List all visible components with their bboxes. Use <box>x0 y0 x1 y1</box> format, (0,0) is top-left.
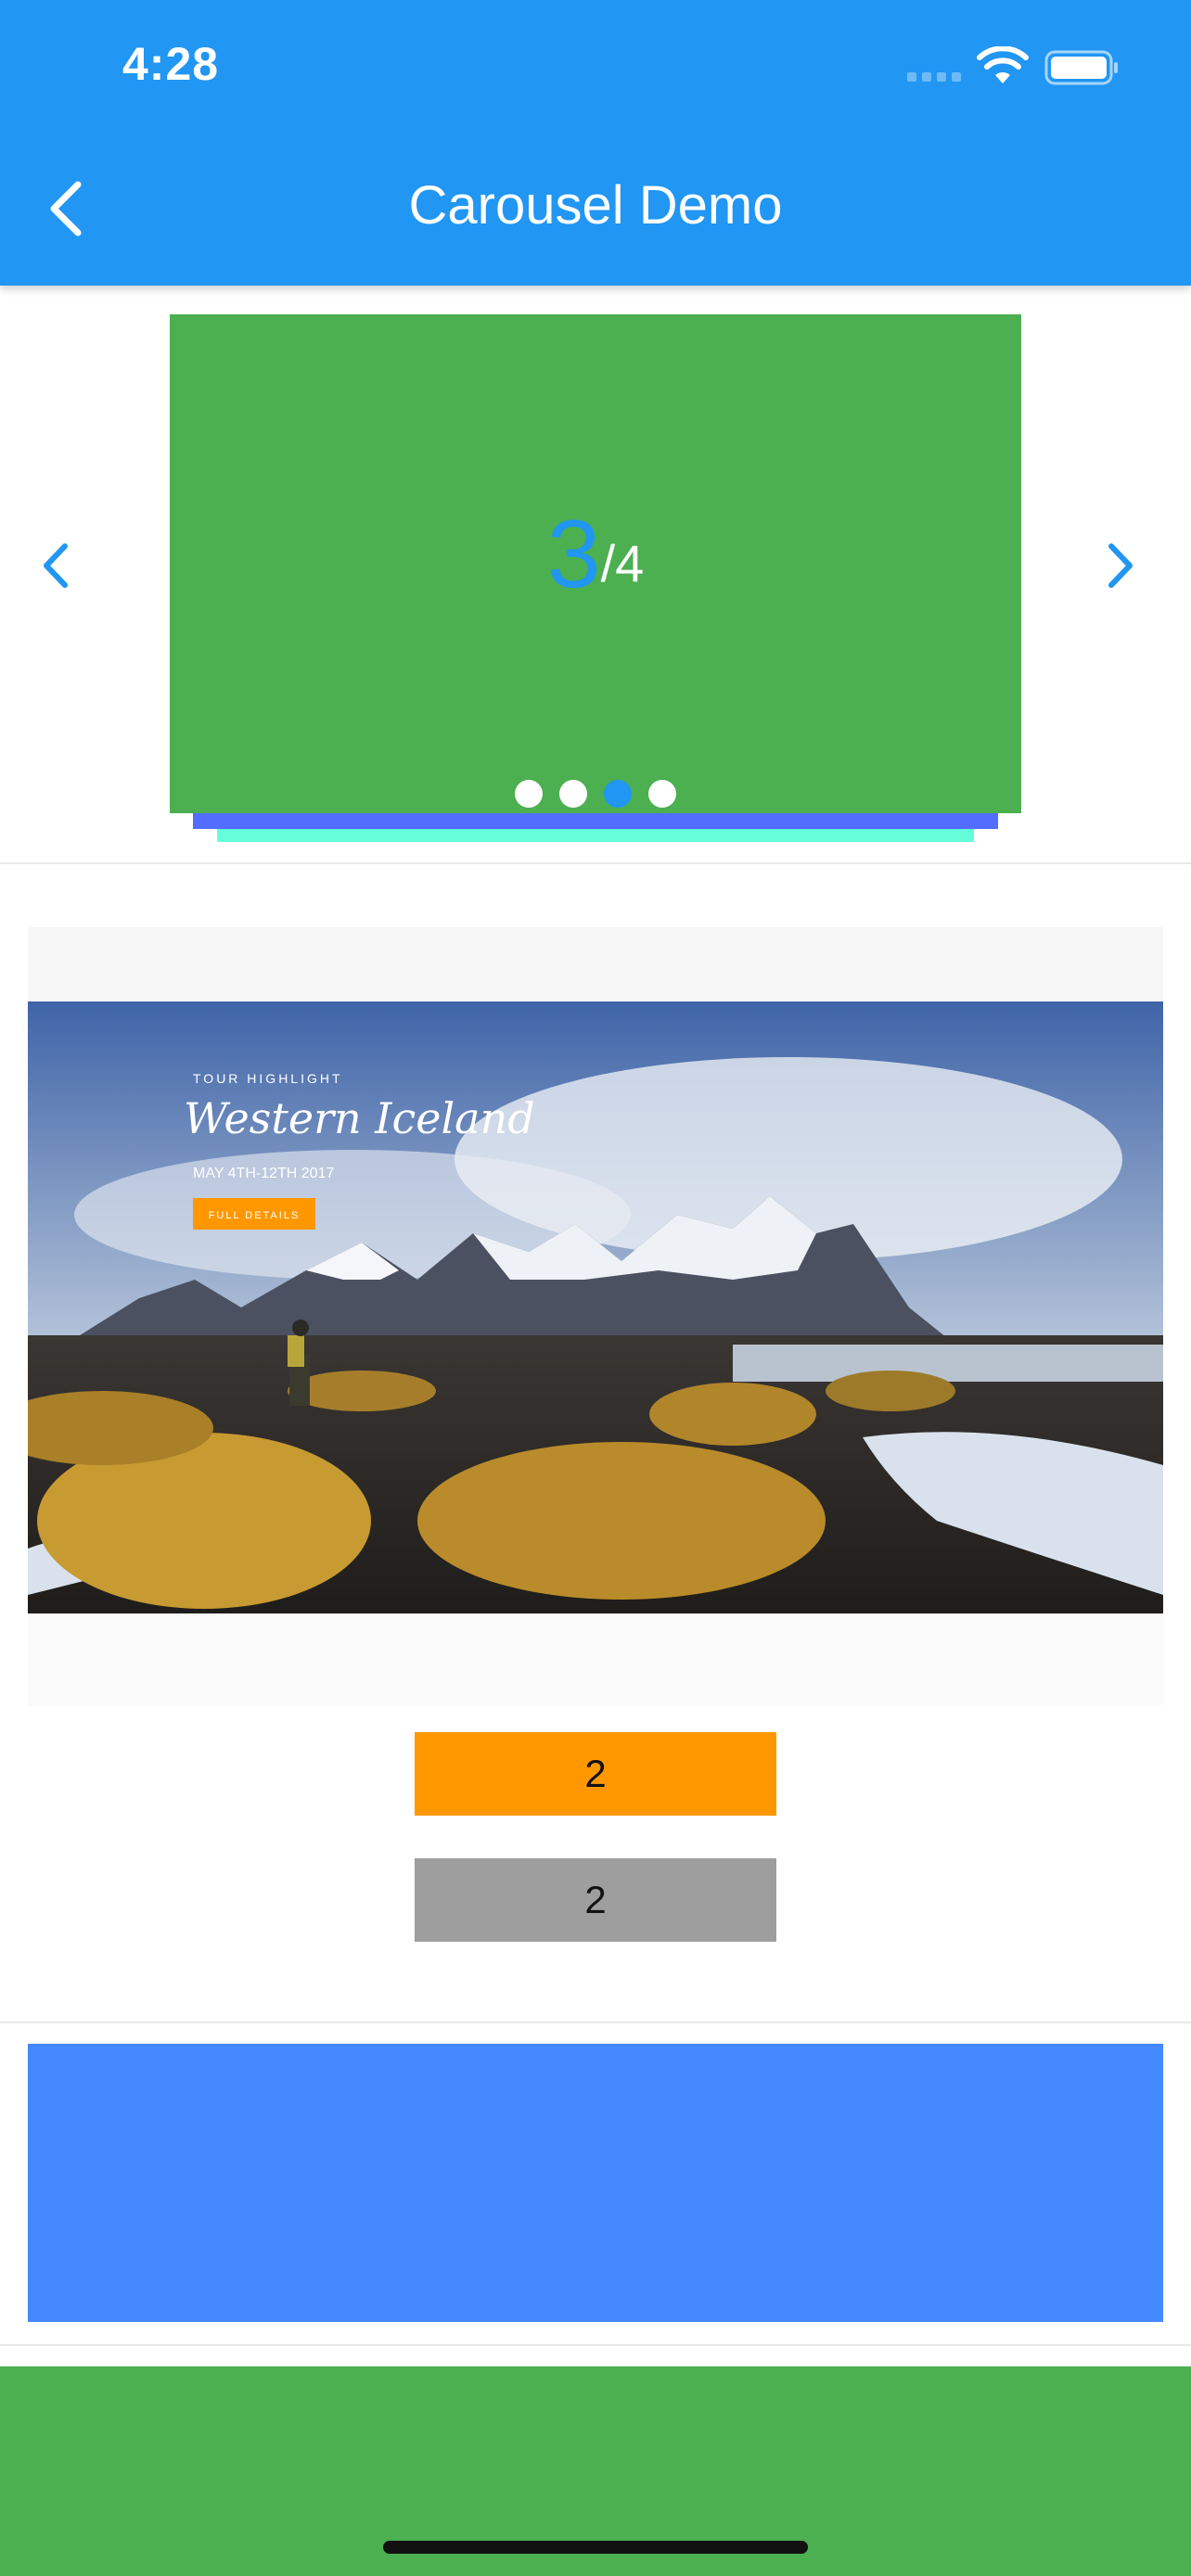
battery-icon <box>1044 50 1118 85</box>
headline-text: Western Iceland <box>184 1093 535 1143</box>
chevron-right-icon <box>1108 543 1133 588</box>
slide-counter: 3/4 <box>170 500 1021 610</box>
next-slide-button[interactable] <box>1083 529 1158 603</box>
pagination-dot[interactable] <box>515 780 543 808</box>
home-indicator <box>383 2541 808 2554</box>
cellular-signal-icon <box>907 72 961 82</box>
pagination-dots <box>170 780 1021 808</box>
carousel-slide[interactable]: 3/4 <box>170 314 1021 813</box>
previous-slide-button[interactable] <box>19 529 93 603</box>
status-time: 4:28 <box>122 38 220 90</box>
wifi-icon <box>977 46 1029 83</box>
current-slide-number: 3 <box>546 501 601 608</box>
pagination-dot[interactable] <box>559 780 587 808</box>
total-slides: /4 <box>600 534 645 593</box>
section-divider <box>0 2344 1191 2346</box>
app-bar: 4:28 Carousel Demo <box>0 0 1191 286</box>
section-divider <box>0 2021 1191 2023</box>
tour-highlight-label: TOUR HIGHLIGHT <box>193 1071 343 1086</box>
orange-indicator: 2 <box>415 1732 776 1816</box>
grey-indicator: 2 <box>415 1858 776 1942</box>
date-text: MAY 4TH-12TH 2017 <box>193 1166 334 1181</box>
pagination-dot[interactable] <box>648 780 676 808</box>
full-details-label: FULL DETAILS <box>209 1210 301 1221</box>
iceland-landscape-image: TOUR HIGHLIGHT Western Iceland MAY 4TH-1… <box>28 1001 1163 1613</box>
section-divider <box>0 862 1191 864</box>
blue-carousel-slide[interactable] <box>28 2044 1163 2322</box>
chevron-left-icon <box>44 543 68 588</box>
image-carousel-slide[interactable]: TOUR HIGHLIGHT Western Iceland MAY 4TH-1… <box>28 927 1163 1706</box>
torn-paper-edge <box>28 927 1163 1011</box>
pagination-dot-active[interactable] <box>604 780 632 808</box>
page-title: Carousel Demo <box>408 175 783 236</box>
